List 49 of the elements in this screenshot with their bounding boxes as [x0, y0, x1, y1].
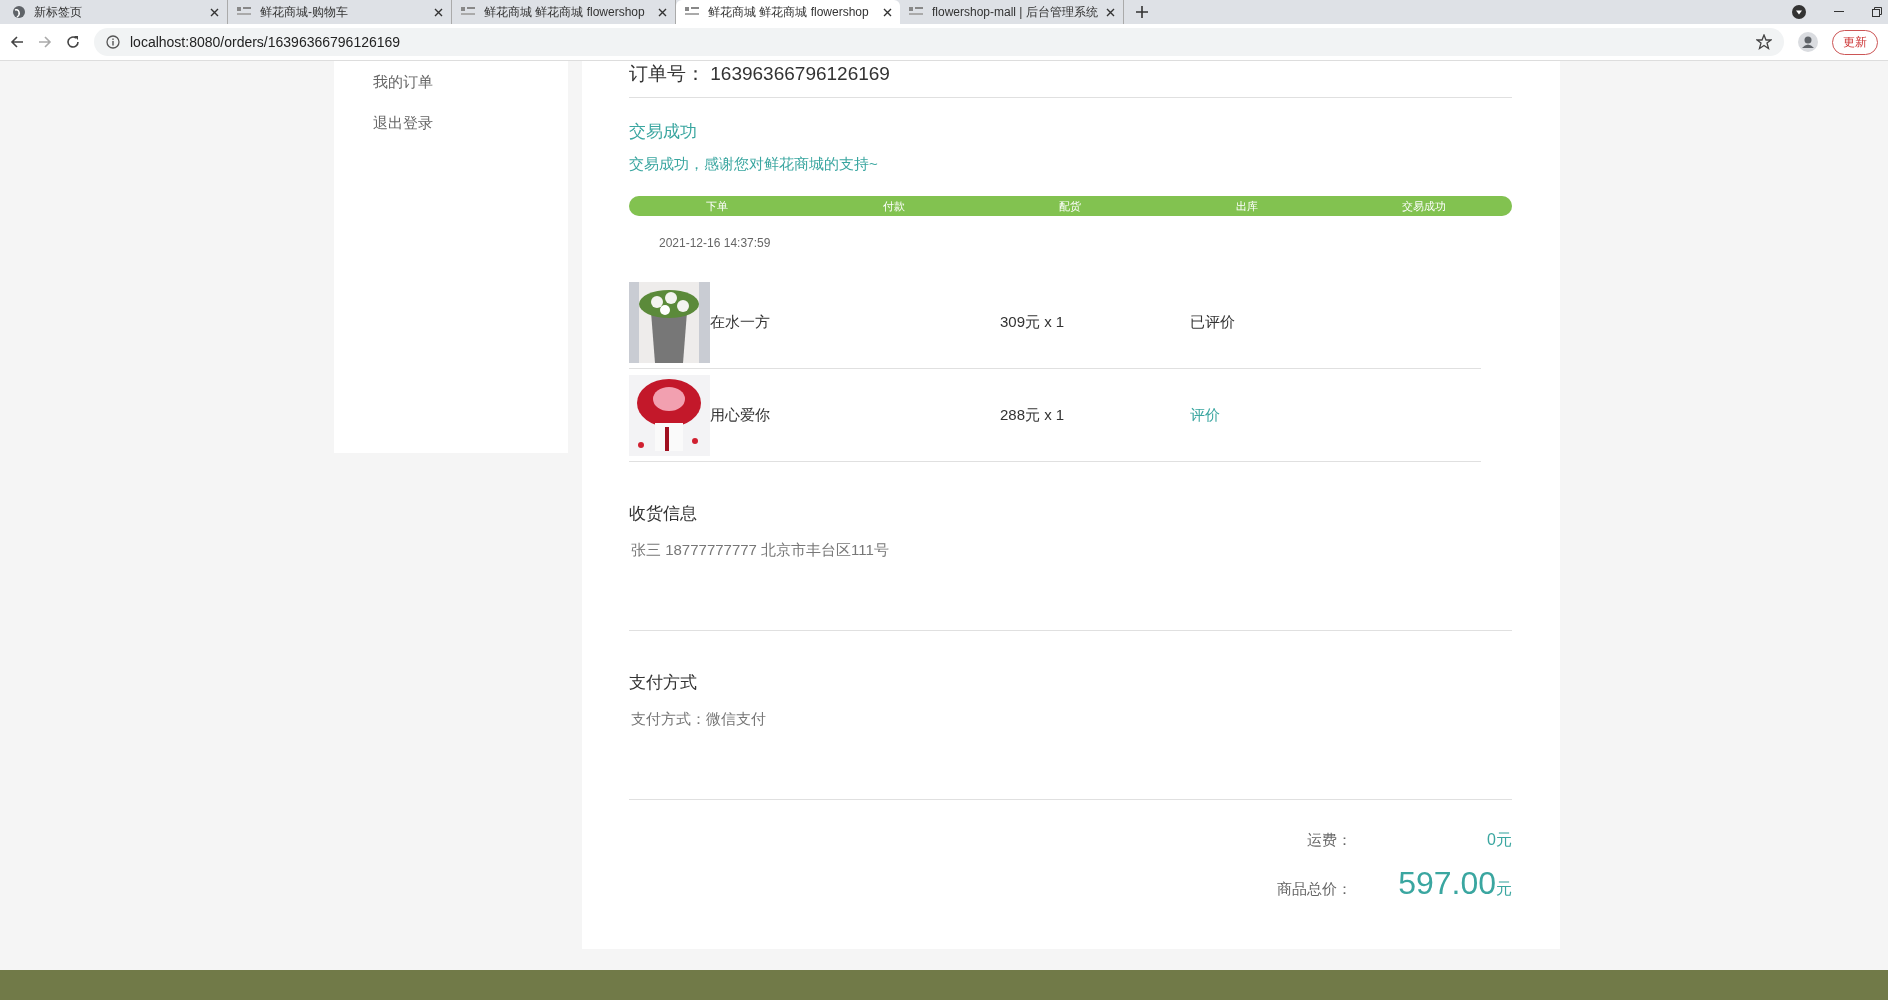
logo-icon: [908, 6, 924, 18]
progress-step: 交易成功: [1335, 198, 1512, 214]
shipping-info: 张三 18777777777 北京市丰台区111号: [631, 541, 890, 560]
shipping-fee: 0: [1487, 831, 1496, 848]
order-time: 2021-12-16 14:37:59: [659, 236, 772, 250]
status-message: 交易成功，感谢您对鲜花商城的支持~: [629, 155, 879, 174]
total-label: 商品总价：: [1276, 880, 1352, 899]
payment-method: 支付方式：微信支付: [631, 710, 767, 729]
progress-step: 出库: [1158, 198, 1336, 214]
currency-unit: 元: [1496, 831, 1512, 848]
profile-icon[interactable]: [1798, 32, 1818, 52]
browser-tab[interactable]: 鲜花商城 鲜花商城 flowershop: [676, 0, 900, 24]
sidebar-item[interactable]: 退出登录: [373, 114, 568, 133]
shipping-fee-label: 运费：: [1306, 831, 1352, 850]
dropdown-icon[interactable]: [1792, 5, 1806, 19]
sidebar-item[interactable]: 我的订单: [373, 73, 568, 92]
back-icon[interactable]: [10, 35, 24, 49]
product-name: 用心爱你: [710, 405, 771, 425]
restore-icon[interactable]: [1872, 7, 1882, 17]
product-price: 309元 x 1: [1000, 312, 1066, 332]
progress-step: 配货: [982, 198, 1159, 214]
currency-unit: 元: [1496, 880, 1512, 897]
new-tab-icon[interactable]: [1136, 6, 1148, 18]
order-number-label: 订单号：: [629, 63, 705, 84]
close-icon[interactable]: [658, 7, 667, 17]
logo-icon: [684, 6, 700, 18]
total-price: 597.00: [1398, 865, 1496, 901]
review-status: 已评价: [1190, 312, 1235, 332]
reload-icon[interactable]: [66, 35, 80, 49]
info-icon[interactable]: [106, 35, 120, 49]
progress-step: 付款: [805, 198, 983, 214]
order-status: 交易成功: [629, 121, 698, 143]
star-icon[interactable]: [1756, 34, 1772, 50]
close-icon[interactable]: [883, 7, 892, 17]
product-name: 在水一方: [710, 312, 771, 332]
progress-step: 下单: [629, 198, 806, 214]
logo-icon: [460, 6, 476, 18]
close-icon[interactable]: [1106, 7, 1115, 17]
address-bar[interactable]: localhost:8080/orders/16396366796126169: [94, 28, 1784, 56]
product-price: 288元 x 1: [1000, 405, 1066, 425]
update-button[interactable]: 更新: [1832, 29, 1878, 55]
close-icon[interactable]: [434, 7, 443, 17]
close-icon[interactable]: [210, 7, 219, 17]
section-title: 收货信息: [629, 503, 698, 525]
minimize-icon[interactable]: [1834, 11, 1844, 13]
order-number: 16396366796126169: [710, 63, 890, 84]
section-title: 支付方式: [629, 672, 698, 694]
logo-icon: [236, 6, 252, 18]
globe-icon: [12, 5, 26, 19]
